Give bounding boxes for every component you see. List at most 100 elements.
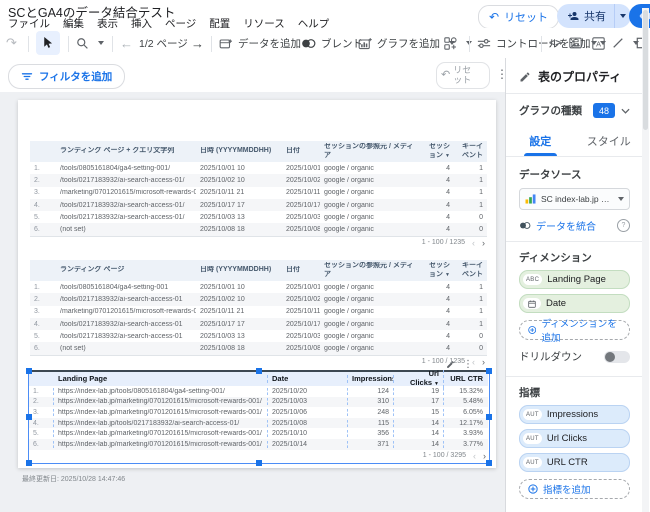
table-cell: 2025/10/08 xyxy=(268,419,348,427)
column-header[interactable]: 日時 (YYYYMMDDHH) xyxy=(196,266,282,274)
reset-button[interactable]: ↶ リセット xyxy=(478,5,560,29)
pagination-next-icon[interactable]: › xyxy=(482,238,485,248)
metric-chip-label: Impressions xyxy=(546,409,599,420)
dimension-chip-date[interactable]: Date xyxy=(519,294,630,313)
table-row: 4. /tools/0217183932/ai-search-access-01 2… xyxy=(30,317,487,331)
menu-arrange[interactable]: 配置 xyxy=(209,16,230,30)
tab-style[interactable]: スタイル xyxy=(575,128,644,156)
column-header[interactable]: 日付 xyxy=(282,266,320,274)
menu-insert[interactable]: 挿入 xyxy=(131,16,152,30)
column-header[interactable]: キーイベント xyxy=(454,262,487,278)
menu-page[interactable]: ページ xyxy=(165,16,196,30)
table-landing-page[interactable]: ランディング ページ 日時 (YYYYMMDDHH) 日付 セッションの参照元 / メ… xyxy=(30,260,487,368)
selection-handle[interactable] xyxy=(256,460,262,466)
menu-file[interactable]: ファイル xyxy=(8,16,50,30)
chart-type-row[interactable]: グラフの種類 48 xyxy=(519,103,630,118)
column-header[interactable]: Impressions xyxy=(348,374,394,384)
blend-data-link[interactable]: データを統合 xyxy=(519,218,596,233)
dimension-chip-label: Date xyxy=(546,298,567,309)
column-header[interactable]: 日付 xyxy=(282,147,320,155)
table-landing-query[interactable]: ランディング ページ + クエリ文字列 日時 (YYYYMMDDHH) 日付 セッショ… xyxy=(30,141,487,249)
column-header[interactable]: 日時 (YYYYMMDDHH) xyxy=(196,147,282,155)
dimension-chip-landing-page[interactable]: ABC Landing Page xyxy=(519,270,630,289)
add-data-button[interactable]: データを追加 xyxy=(219,28,301,58)
insert-text-button[interactable]: A xyxy=(592,28,605,58)
table-cell: 2025/10/01 10 xyxy=(200,283,245,291)
pagination-prev-icon[interactable]: ‹ xyxy=(472,238,475,248)
table-cell: 4 xyxy=(446,332,450,340)
zoom-tool-button[interactable] xyxy=(76,28,104,58)
add-dimension-button[interactable]: ディメンションを追加 xyxy=(519,319,630,344)
divider xyxy=(112,36,113,52)
share-button[interactable]: 共有 xyxy=(557,4,631,28)
selection-handle[interactable] xyxy=(26,414,32,420)
share-main[interactable]: 共有 xyxy=(557,8,614,24)
select-tool-button[interactable] xyxy=(36,28,60,58)
column-header[interactable]: キーイベント xyxy=(454,143,487,159)
column-header[interactable]: セッションの参照元 / メディア xyxy=(320,262,420,278)
table-cell: 3. xyxy=(29,408,54,416)
metric-chip-url-ctr[interactable]: AUT URL CTR xyxy=(519,453,630,472)
redo-button[interactable]: ↷ xyxy=(6,28,17,58)
line-icon xyxy=(612,37,624,49)
selection-handle[interactable] xyxy=(486,414,492,420)
column-header[interactable]: セッション ▼ xyxy=(420,143,454,159)
table-cell: 6. xyxy=(34,226,40,234)
table-cell: 1 xyxy=(479,176,483,184)
menu-resource[interactable]: リソース xyxy=(243,16,284,30)
column-header[interactable]: ランディング ページ xyxy=(56,266,196,274)
table-cell: google / organic xyxy=(324,164,374,172)
edit-pencil-icon[interactable] xyxy=(446,360,455,369)
table-cell: 2025/10/08 18 xyxy=(200,345,245,353)
help-icon[interactable]: ? xyxy=(617,219,630,232)
selected-table-blended[interactable]: Landing Page Date Impressions Url Clicks ▼ UR… xyxy=(26,368,492,466)
table-cell: https://index-lab.jp/marketing/070120161… xyxy=(54,398,268,406)
column-header[interactable]: Url Clicks ▼ xyxy=(394,370,444,388)
insert-line-button[interactable] xyxy=(612,28,639,58)
table-rows: 1. /tools/0805161804/ga4-setting-001/2025… xyxy=(30,162,487,237)
pagination-next-icon[interactable]: › xyxy=(482,357,485,367)
pagination-prev-icon[interactable]: ‹ xyxy=(473,451,476,461)
add-metric-button[interactable]: 指標を追加 xyxy=(519,479,630,499)
column-header[interactable]: セッションの参照元 / メディア xyxy=(320,143,420,159)
menu-help[interactable]: ヘルプ xyxy=(298,16,330,30)
page-indicator[interactable]: 1/2 ページ xyxy=(139,28,188,58)
selection-handle[interactable] xyxy=(26,368,32,374)
magnifier-icon xyxy=(76,37,89,50)
drilldown-toggle[interactable] xyxy=(604,350,630,363)
selection-handle[interactable] xyxy=(486,368,492,374)
menu-view[interactable]: 表示 xyxy=(97,16,118,30)
column-header[interactable]: ランディング ページ + クエリ文字列 xyxy=(56,147,196,155)
scrollbar-thumb[interactable] xyxy=(643,10,648,130)
add-filter-button[interactable]: フィルタを追加 xyxy=(8,64,126,89)
column-header[interactable]: セッション ▼ xyxy=(420,262,454,278)
table-cell: 2025/10/03 xyxy=(268,398,348,406)
add-filter-label: フィルタを追加 xyxy=(39,71,113,83)
community-charts-button[interactable] xyxy=(444,28,472,58)
selection-handle[interactable] xyxy=(26,460,32,466)
add-chart-button[interactable]: グラフを追加 xyxy=(358,28,455,58)
column-header[interactable]: Date xyxy=(268,374,348,384)
column-header[interactable]: Landing Page xyxy=(54,374,268,384)
table-cell: 2025/10/02 10 xyxy=(200,295,245,303)
blend-button[interactable]: ブレンド xyxy=(301,28,363,58)
table-cell: 2025/10/03 xyxy=(286,213,320,221)
menu-edit[interactable]: 編集 xyxy=(63,16,84,30)
chart-mini-toolbar: ⋮ xyxy=(446,359,473,370)
metric-chip-impressions[interactable]: AUT Impressions xyxy=(519,405,630,424)
embed-button[interactable]: <> xyxy=(549,28,561,58)
more-options-icon[interactable]: ⋮ xyxy=(463,359,473,370)
column-header[interactable]: URL CTR xyxy=(444,375,487,384)
prev-page-button[interactable]: ← xyxy=(120,28,133,58)
next-page-button[interactable]: → xyxy=(191,28,204,58)
table-cell: 12.17% xyxy=(459,419,483,427)
selection-handle[interactable] xyxy=(486,460,492,466)
canvas-reset-button[interactable]: ↶ リセット xyxy=(436,62,490,89)
panel-scrollbar[interactable] xyxy=(642,8,649,512)
tab-setup[interactable]: 設定 xyxy=(506,128,575,156)
metric-chip-url-clicks[interactable]: AUT Url Clicks xyxy=(519,429,630,448)
selection-handle[interactable] xyxy=(256,368,262,374)
embed-icon: <> xyxy=(549,37,562,49)
data-source-selector[interactable]: SC index-lab.jp URL-impre... xyxy=(519,188,630,210)
community-charts-icon xyxy=(444,36,457,50)
